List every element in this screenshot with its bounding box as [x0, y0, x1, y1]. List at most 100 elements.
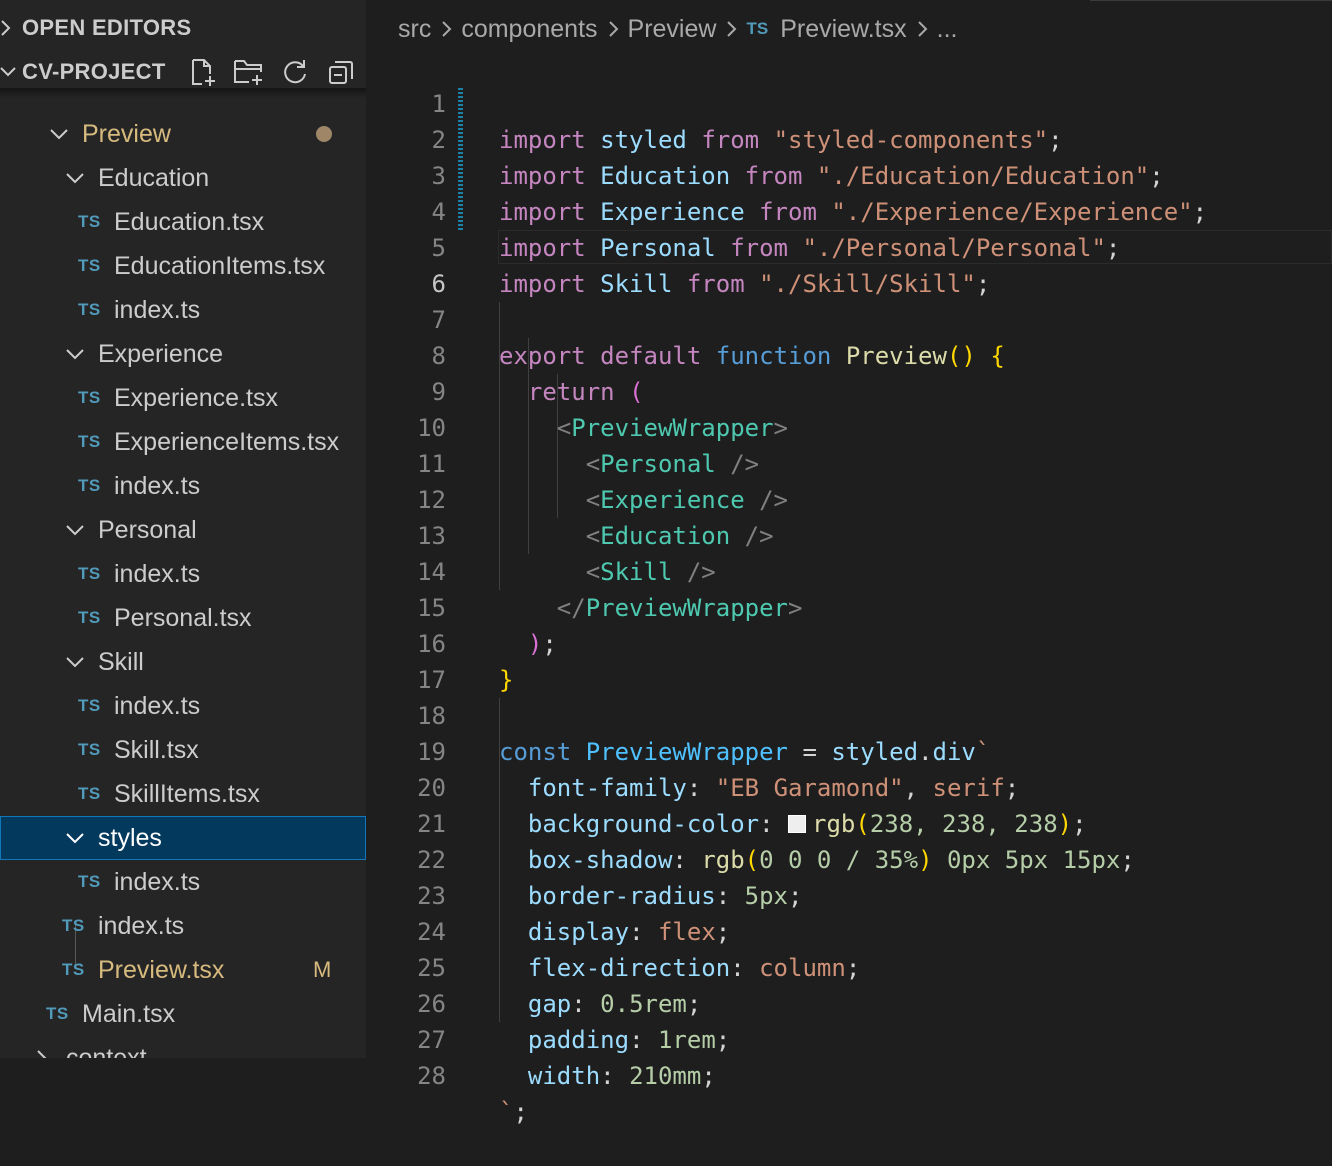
tree-folder-experience[interactable]: Experience [0, 332, 366, 376]
tree-item-label: context [66, 1044, 147, 1058]
code-line[interactable]: 26 padding: 1rem; [366, 950, 1332, 1054]
tree-folder-preview[interactable]: Preview [0, 112, 366, 156]
tree-file[interactable]: TS Education.tsx [0, 200, 366, 244]
breadcrumb-item[interactable]: Preview [628, 15, 717, 44]
modified-dot-icon [316, 126, 332, 142]
typescript-file-icon: TS [78, 476, 101, 495]
code-line[interactable]: 28 `; [366, 1022, 1332, 1126]
typescript-file-icon: TS [78, 432, 101, 451]
tree-item-label: Main.tsx [82, 1000, 176, 1028]
tree-file[interactable]: TS index.ts [0, 464, 366, 508]
tree-file-preview-tsx[interactable]: TS Preview.tsx M [0, 948, 366, 992]
breadcrumb-item[interactable]: src [398, 15, 431, 44]
code-line[interactable]: 13 <Skill /> [366, 482, 1332, 586]
line-text: `; [499, 1098, 528, 1126]
code-line[interactable]: 8 return ( [366, 302, 1332, 406]
code-line[interactable]: 11 <Experience /> [366, 410, 1332, 514]
tree-item-label: index.ts [114, 296, 201, 324]
tree-folder-styles[interactable]: styles [0, 816, 366, 860]
code-line[interactable]: 25 gap: 0.5rem; [366, 914, 1332, 1018]
chevron-right-icon [725, 19, 737, 39]
code-line[interactable]: 18 const PreviewWrapper = styled.div` [366, 662, 1332, 766]
code-line[interactable]: 21 box-shadow: rgb(0 0 0 / 35%) 0px 5px … [366, 770, 1332, 874]
code-line[interactable]: 7 export default function Preview() { [366, 266, 1332, 370]
code-line[interactable]: 3 import Experience from "./Experience/E… [366, 122, 1332, 226]
code-line[interactable]: 5 import Skill from "./Skill/Skill"; [366, 194, 1332, 298]
tree-file[interactable]: TS index.ts [0, 904, 366, 948]
chevron-right-icon [440, 19, 452, 39]
chevron-right-icon [607, 19, 619, 39]
typescript-file-icon: TS [78, 872, 101, 891]
tree-file[interactable]: TS index.ts [0, 552, 366, 596]
tree-item-label: Experience [98, 340, 224, 368]
code-line-current[interactable]: 6 [366, 230, 1332, 298]
code-line[interactable]: 20 background-color: rgb(238, 238, 238); [366, 734, 1332, 838]
code-line[interactable]: 27 width: 210mm; [366, 986, 1332, 1090]
tree-item-label: styles [98, 824, 162, 852]
code-line[interactable]: 12 <Education /> [366, 446, 1332, 550]
tree-file[interactable]: TS Main.tsx [0, 992, 366, 1036]
code-line[interactable]: 16 } [366, 590, 1332, 694]
chevron-down-icon [64, 816, 86, 860]
code-line[interactable]: 15 ); [366, 554, 1332, 658]
tree-file[interactable]: TS index.ts [0, 860, 366, 904]
tree-item-label: Skill.tsx [114, 736, 199, 764]
code-line[interactable]: 19 font-family: "EB Garamond", serif; [366, 698, 1332, 802]
tree-file[interactable]: TS Personal.tsx [0, 596, 366, 640]
tree-file[interactable]: TS ExperienceItems.tsx [0, 420, 366, 464]
tree-file[interactable]: TS index.ts [0, 684, 366, 728]
file-tree: index.ts Preview Education TS Education.… [0, 88, 366, 1058]
typescript-file-icon: TS [78, 300, 101, 319]
code-line[interactable]: 2 import Education from "./Education/Edu… [366, 86, 1332, 190]
tree-file[interactable]: TS Experience.tsx [0, 376, 366, 420]
tree-folder-education[interactable]: Education [0, 156, 366, 200]
typescript-file-icon: TS [746, 19, 769, 38]
tree-file[interactable]: TS Skill.tsx [0, 728, 366, 772]
tree-item-label: index.ts [114, 472, 201, 500]
chevron-down-icon [64, 508, 86, 552]
tree-item-label: Personal.tsx [114, 604, 252, 632]
breadcrumb-item[interactable]: components [461, 15, 597, 44]
tree-item-label: index.ts [114, 868, 201, 896]
tree-item-label: Personal [98, 516, 197, 544]
tree-folder-skill[interactable]: Skill [0, 640, 366, 684]
code-line[interactable]: 24 flex-direction: column; [366, 878, 1332, 982]
tree-file[interactable]: TS SkillItems.tsx [0, 772, 366, 816]
tree-item-label: Preview [82, 120, 171, 148]
chevron-down-icon [64, 640, 86, 684]
code-editor[interactable]: src components Preview TS Preview.tsx ..… [366, 0, 1332, 1126]
code-line[interactable]: 22 border-radius: 5px; [366, 806, 1332, 910]
typescript-file-icon: TS [62, 960, 85, 979]
typescript-file-icon: TS [62, 916, 85, 935]
code-line[interactable]: 4 import Personal from "./Personal/Perso… [366, 158, 1332, 262]
code-line[interactable]: 1 import styled from "styled-components"… [366, 50, 1332, 154]
typescript-file-icon: TS [78, 212, 101, 231]
typescript-file-icon: TS [78, 388, 101, 407]
tree-file[interactable]: TS index.ts [0, 288, 366, 332]
breadcrumb-more[interactable]: ... [937, 15, 958, 44]
tree-item-label: EducationItems.tsx [114, 252, 326, 280]
line-text: width: 210mm; [527, 1062, 716, 1090]
tree-item-label: Experience.tsx [114, 384, 278, 412]
open-editors-header[interactable]: OPEN EDITORS [0, 6, 366, 50]
project-title: CV-PROJECT [22, 59, 166, 84]
breadcrumb-file[interactable]: Preview.tsx [780, 15, 906, 44]
code-line[interactable]: 9 <PreviewWrapper> [366, 338, 1332, 442]
code-line[interactable]: 17 [366, 626, 1332, 694]
line-number: 28 [417, 1062, 446, 1090]
explorer-sidebar: OPEN EDITORS CV-PROJECT Preview Educatio… [0, 0, 366, 1058]
code-line[interactable]: 23 display: flex; [366, 842, 1332, 946]
chevron-down-icon [64, 156, 86, 200]
code-line[interactable]: 10 <Personal /> [366, 374, 1332, 478]
tree-item-label: Education.tsx [114, 208, 265, 236]
tree-folder-context[interactable]: context [0, 1036, 366, 1058]
git-modified-badge: M [313, 957, 332, 982]
open-editors-title: OPEN EDITORS [22, 15, 192, 40]
typescript-file-icon: TS [78, 608, 101, 627]
code-line[interactable]: 14 </PreviewWrapper> [366, 518, 1332, 622]
tree-folder-personal[interactable]: Personal [0, 508, 366, 552]
tree-file[interactable]: TS EducationItems.tsx [0, 244, 366, 288]
chevron-down-icon [64, 332, 86, 376]
chevron-down-icon [48, 112, 70, 156]
tree-item-label: SkillItems.tsx [114, 780, 260, 808]
